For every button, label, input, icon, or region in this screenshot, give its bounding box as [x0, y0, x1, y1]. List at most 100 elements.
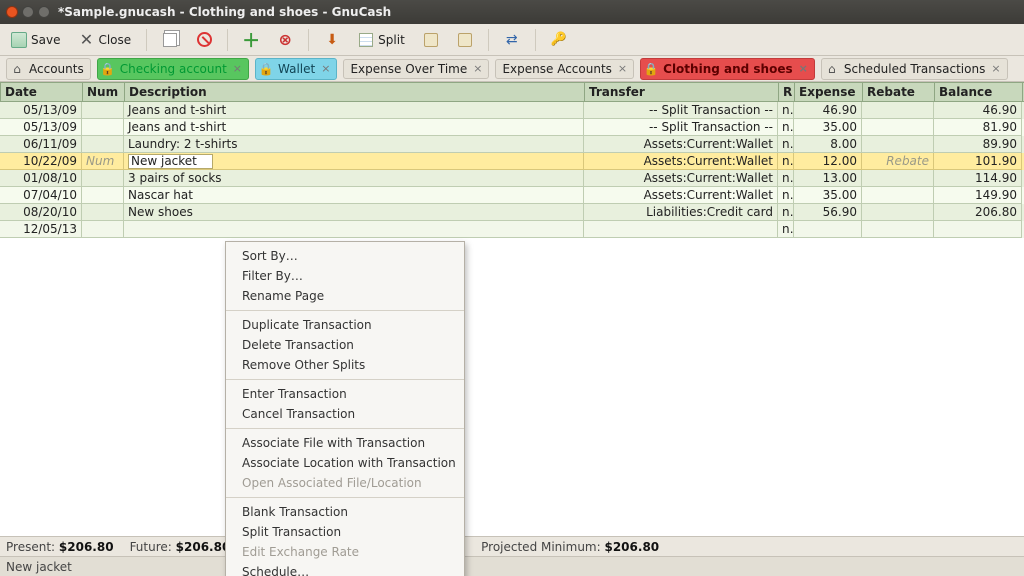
save-button[interactable]: Save: [6, 29, 65, 51]
cell-transfer[interactable]: Liabilities:Credit card: [584, 204, 778, 221]
tab-close-icon[interactable]: ×: [321, 62, 330, 75]
col-date[interactable]: Date: [1, 83, 83, 101]
col-expense[interactable]: Expense: [795, 83, 863, 101]
col-balance[interactable]: Balance: [935, 83, 1023, 101]
ctx-remove-other-splits[interactable]: Remove Other Splits: [226, 355, 464, 375]
cell-balance[interactable]: 149.90: [934, 187, 1022, 204]
cell-balance[interactable]: 206.80: [934, 204, 1022, 221]
ctx-sort-by[interactable]: Sort By…: [226, 246, 464, 266]
jump-button[interactable]: [418, 29, 444, 51]
cell-rebate[interactable]: [862, 170, 934, 187]
tab-close-icon[interactable]: ×: [618, 62, 627, 75]
tab-close-icon[interactable]: ×: [991, 62, 1000, 75]
tab-expense-accounts[interactable]: Expense Accounts ×: [495, 59, 634, 79]
tab-scheduled-transactions[interactable]: ⌂ Scheduled Transactions ×: [821, 58, 1008, 80]
cell-reconciled[interactable]: n: [778, 170, 794, 187]
cell-balance[interactable]: 46.90: [934, 102, 1022, 119]
cell-expense[interactable]: 8.00: [794, 136, 862, 153]
table-row[interactable]: 01/08/103 pairs of socksAssets:Current:W…: [0, 170, 1024, 187]
cell-reconciled[interactable]: n: [778, 187, 794, 204]
blank-button[interactable]: ⬇: [319, 29, 345, 51]
cell-transfer[interactable]: Assets:Current:Wallet: [584, 170, 778, 187]
window-close-button[interactable]: [6, 6, 18, 18]
window-minimize-button[interactable]: [22, 6, 34, 18]
cancel-button[interactable]: ⊗: [272, 29, 298, 51]
cell-rebate[interactable]: [862, 102, 934, 119]
tab-close-icon[interactable]: ×: [233, 62, 242, 75]
cell-num[interactable]: [82, 102, 124, 119]
tab-clothing-and-shoes[interactable]: 🔒 Clothing and shoes ×: [640, 58, 815, 80]
tab-close-icon[interactable]: ×: [799, 62, 808, 75]
table-row[interactable]: 08/20/10 New shoesLiabilities:Credit card…: [0, 204, 1024, 221]
duplicate-button[interactable]: [157, 29, 183, 51]
table-row[interactable]: 12/05/13n: [0, 221, 1024, 238]
cell-reconciled[interactable]: n: [778, 136, 794, 153]
cell-expense[interactable]: 46.90: [794, 102, 862, 119]
cell-date[interactable]: 06/11/09: [0, 136, 82, 153]
register-body[interactable]: 05/13/09 Jeans and t-shirt-- Split Transa…: [0, 102, 1024, 536]
cell-num[interactable]: Num: [82, 153, 124, 170]
cell-description[interactable]: New jacket: [124, 153, 584, 170]
table-row[interactable]: 07/04/10 Nascar hatAssets:Current:Walletn…: [0, 187, 1024, 204]
cell-rebate[interactable]: Rebate: [862, 153, 934, 170]
description-input[interactable]: New jacket: [128, 154, 213, 169]
cell-transfer[interactable]: Assets:Current:Wallet: [584, 153, 778, 170]
cell-rebate[interactable]: [862, 136, 934, 153]
cell-date[interactable]: 08/20/10: [0, 204, 82, 221]
cell-transfer[interactable]: Assets:Current:Wallet: [584, 136, 778, 153]
cell-date[interactable]: 07/04/10: [0, 187, 82, 204]
tab-expense-over-time[interactable]: Expense Over Time ×: [343, 59, 489, 79]
ctx-enter-transaction[interactable]: Enter Transaction: [226, 384, 464, 404]
cell-transfer[interactable]: -- Split Transaction --: [584, 102, 778, 119]
ctx-schedule[interactable]: Schedule…: [226, 562, 464, 576]
cell-balance[interactable]: 101.90: [934, 153, 1022, 170]
cell-description[interactable]: 3 pairs of socks: [124, 170, 584, 187]
cell-num[interactable]: [82, 136, 124, 153]
schedule-button[interactable]: [452, 29, 478, 51]
tab-close-icon[interactable]: ×: [473, 62, 482, 75]
ctx-split-transaction[interactable]: Split Transaction: [226, 522, 464, 542]
cell-reconciled[interactable]: n: [778, 153, 794, 170]
cell-balance[interactable]: 89.90: [934, 136, 1022, 153]
transfer-button[interactable]: ⇄: [499, 29, 525, 51]
ctx-associate-file[interactable]: Associate File with Transaction: [226, 433, 464, 453]
cell-rebate[interactable]: [862, 119, 934, 136]
delete-button[interactable]: [191, 29, 217, 51]
cell-date[interactable]: 05/13/09: [0, 102, 82, 119]
cell-transfer[interactable]: Assets:Current:Wallet: [584, 187, 778, 204]
cell-num[interactable]: [82, 221, 124, 238]
cell-description[interactable]: Jeans and t-shirt: [124, 102, 584, 119]
col-num[interactable]: Num: [83, 83, 125, 101]
cell-expense[interactable]: 35.00: [794, 119, 862, 136]
cell-expense[interactable]: 13.00: [794, 170, 862, 187]
cell-num[interactable]: [82, 170, 124, 187]
ctx-filter-by[interactable]: Filter By…: [226, 266, 464, 286]
tab-wallet[interactable]: 🔒 Wallet ×: [255, 58, 337, 80]
tab-accounts[interactable]: ⌂ Accounts: [6, 58, 91, 80]
cell-expense[interactable]: 35.00: [794, 187, 862, 204]
cell-reconciled[interactable]: n: [778, 119, 794, 136]
table-row[interactable]: 10/22/09NumNew jacketAssets:Current:Wall…: [0, 153, 1024, 170]
cell-date[interactable]: 05/13/09: [0, 119, 82, 136]
cell-expense[interactable]: [794, 221, 862, 238]
col-rebate[interactable]: Rebate: [863, 83, 935, 101]
cell-description[interactable]: New shoes: [124, 204, 584, 221]
table-row[interactable]: 06/11/09 Laundry: 2 t-shirtsAssets:Curren…: [0, 136, 1024, 153]
cell-expense[interactable]: 12.00: [794, 153, 862, 170]
add-button[interactable]: ＋: [238, 29, 264, 51]
cell-balance[interactable]: 81.90: [934, 119, 1022, 136]
ctx-cancel-transaction[interactable]: Cancel Transaction: [226, 404, 464, 424]
ctx-blank-transaction[interactable]: Blank Transaction: [226, 502, 464, 522]
cell-description[interactable]: Nascar hat: [124, 187, 584, 204]
col-transfer[interactable]: Transfer: [585, 83, 779, 101]
col-reconciled[interactable]: R: [779, 83, 795, 101]
ctx-duplicate-transaction[interactable]: Duplicate Transaction: [226, 315, 464, 335]
cell-reconciled[interactable]: n: [778, 102, 794, 119]
table-row[interactable]: 05/13/09Jeans and t-shirt-- Split Transa…: [0, 119, 1024, 136]
window-maximize-button[interactable]: [38, 6, 50, 18]
table-row[interactable]: 05/13/09 Jeans and t-shirt-- Split Transa…: [0, 102, 1024, 119]
cell-description[interactable]: [124, 221, 584, 238]
cell-rebate[interactable]: [862, 204, 934, 221]
cell-description[interactable]: Laundry: 2 t-shirts: [124, 136, 584, 153]
ctx-associate-location[interactable]: Associate Location with Transaction: [226, 453, 464, 473]
